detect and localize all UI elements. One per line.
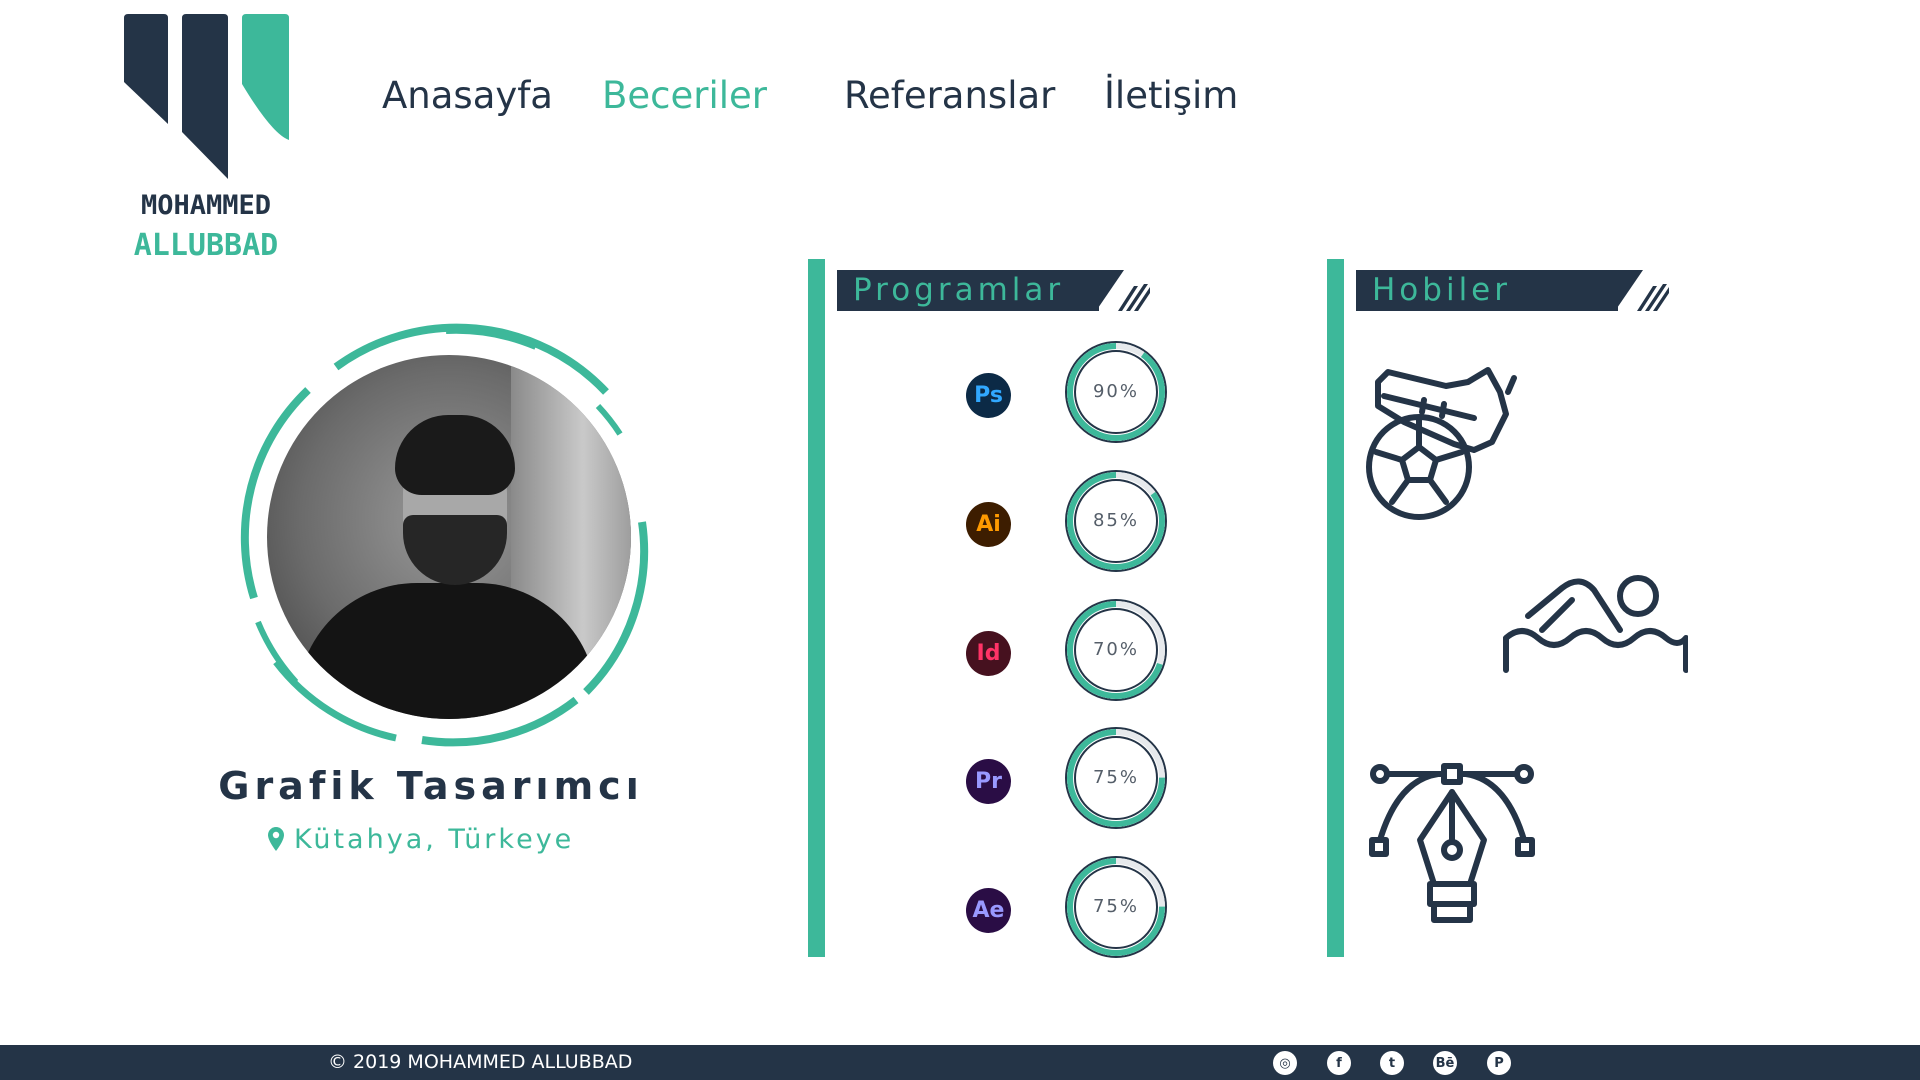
map-pin-icon (268, 827, 284, 851)
profile-photo-frame (236, 322, 666, 752)
football-icon (1366, 367, 1517, 520)
logo-mark (124, 14, 289, 179)
programs-header-slashes (1094, 270, 1150, 311)
footer: © 2019 MOHAMMED ALLUBBAD ◎ f t Bē P (0, 1045, 1920, 1080)
skill-row: Ae 75% (966, 855, 1167, 959)
skill-percent-label: 75% (1092, 767, 1139, 788)
nav-iletisim[interactable]: İletişim (1104, 74, 1238, 117)
skill-percent-label: 85% (1092, 510, 1139, 531)
profile-location: Kütahya, Türkeye (268, 824, 574, 855)
hobbies-divider (1327, 259, 1344, 957)
skill-percent-label: 90% (1092, 381, 1139, 402)
pen-tool-icon (1369, 763, 1535, 923)
programs-header: Programlar (837, 270, 1099, 311)
skill-percent-label: 75% (1092, 896, 1139, 917)
twitter-icon[interactable]: t (1380, 1051, 1404, 1075)
profile-title: Grafik Tasarımcı (218, 764, 644, 808)
programs-divider (808, 259, 825, 957)
after-effects-icon: Ae (966, 888, 1011, 933)
skill-row: Ps 90% (966, 340, 1167, 444)
copyright-text: © 2019 MOHAMMED ALLUBBAD (328, 1051, 633, 1073)
behance-icon[interactable]: Bē (1433, 1051, 1457, 1075)
nav-referanslar[interactable]: Referanslar (844, 74, 1055, 117)
indesign-icon: Id (966, 631, 1011, 676)
facebook-icon[interactable]: f (1327, 1051, 1351, 1075)
pinterest-icon[interactable]: P (1487, 1051, 1511, 1075)
programs-heading: Programlar (853, 272, 1065, 308)
logo-name-first: MOHAMMED (140, 190, 272, 221)
premiere-icon: Pr (966, 759, 1011, 804)
logo-name-last: ALLUBBAD (133, 228, 279, 263)
skill-row: Pr 75% (966, 726, 1167, 830)
profile-photo (267, 355, 631, 719)
hobbies-header: Hobiler (1356, 270, 1618, 311)
hobbies-heading: Hobiler (1372, 272, 1511, 308)
skill-percent-label: 70% (1092, 639, 1139, 660)
logo[interactable]: MOHAMMED ALLUBBAD (122, 14, 290, 263)
skill-row: Id 70% (966, 598, 1167, 702)
nav-beceriler[interactable]: Beceriler (602, 74, 767, 117)
swimming-icon (1503, 575, 1688, 673)
location-text: Kütahya, Türkeye (294, 824, 575, 855)
nav-anasayfa[interactable]: Anasayfa (382, 74, 553, 117)
photoshop-icon: Ps (966, 373, 1011, 418)
instagram-icon[interactable]: ◎ (1273, 1051, 1297, 1075)
skill-row: Ai 85% (966, 469, 1167, 573)
illustrator-icon: Ai (966, 502, 1011, 547)
hobbies-header-slashes (1613, 270, 1669, 311)
